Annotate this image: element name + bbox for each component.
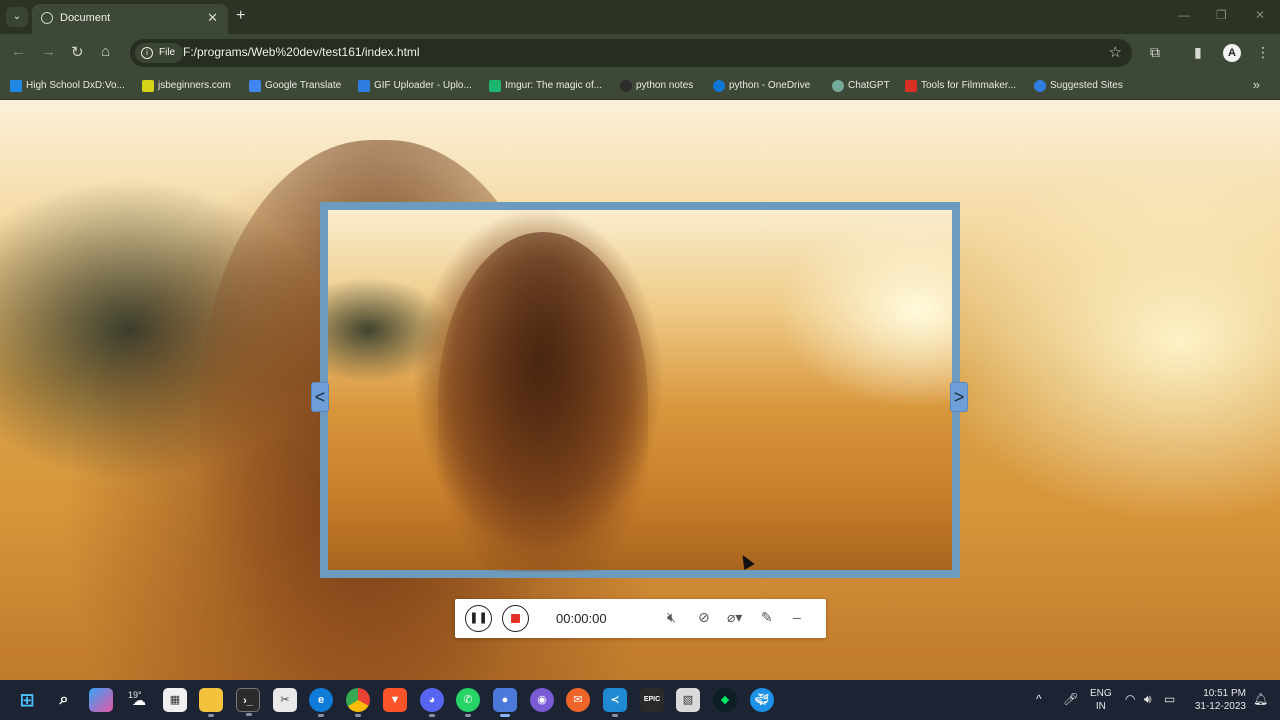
minimize-recorder-button[interactable]: – [793, 609, 801, 625]
globe-icon [41, 12, 53, 24]
url-text: F:/programs/Web%20dev/test161/index.html [183, 45, 420, 59]
pen-annotate-icon[interactable]: ✎ [761, 609, 773, 626]
speaker-muted-icon[interactable]: 🔇︎ [667, 609, 676, 626]
search-icon[interactable]: ⌕ [52, 688, 76, 712]
stop-icon [511, 614, 520, 623]
bookmarks-bar: High School DxD:Vo... jsbeginners.com Go… [0, 72, 1280, 100]
search-icon [1034, 80, 1046, 92]
input-language[interactable]: ENG IN [1090, 687, 1112, 713]
wifi-icon[interactable]: ◠ [1125, 692, 1135, 706]
bookmark-item[interactable]: Google Translate [249, 78, 341, 94]
bookmark-favicon-icon [489, 80, 501, 92]
bookmark-star-icon[interactable]: ☆ [1109, 43, 1122, 61]
new-tab-button[interactable]: + [236, 7, 245, 25]
snipping-tool-icon[interactable]: ✂ [273, 688, 297, 712]
slide-image [328, 210, 952, 572]
bookmark-item[interactable]: High School DxD:Vo... [10, 78, 125, 94]
volume-icon[interactable]: 🔊︎ [1144, 692, 1152, 707]
tab-title: Document [60, 12, 111, 24]
site-info-label: File [159, 47, 176, 58]
battery-icon[interactable]: ▭ [1164, 692, 1175, 706]
bookmark-item[interactable]: python - OneDrive [713, 78, 810, 94]
github-desktop-icon[interactable]: ◉ [530, 688, 554, 712]
back-arrow-icon[interactable]: ← [11, 43, 26, 60]
bookmark-item[interactable]: jsbeginners.com [142, 78, 231, 94]
slide-figure [438, 232, 648, 572]
notification-bell-icon[interactable]: 🔔︎ [1253, 692, 1268, 706]
microphone-icon[interactable]: 🎤︎ [1063, 692, 1078, 706]
copilot-icon[interactable] [89, 688, 113, 712]
discord-icon[interactable]: ◕ [420, 688, 444, 717]
weather-temperature: 19° [128, 690, 142, 700]
image-slider [320, 202, 960, 578]
brave-icon[interactable]: ▼ [383, 688, 407, 712]
bookmark-item[interactable]: Imgur: The magic of... [489, 78, 602, 94]
recorder-app-icon[interactable]: ● [493, 688, 517, 717]
close-window-icon[interactable]: ✕ [1255, 8, 1265, 22]
chevron-right-icon[interactable]: » [1253, 77, 1260, 92]
terminal-icon[interactable]: ›_ [236, 688, 260, 716]
slider-prev-button[interactable]: < [311, 382, 329, 412]
system-clock[interactable]: 10:51 PM 31-12-2023 [1186, 687, 1246, 713]
bookmark-favicon-icon [142, 80, 154, 92]
page-viewport: < > ❚❚ 00:00:00 🔇︎ ⊘ ⌀▾ ✎ – [0, 100, 1280, 680]
photos-icon[interactable]: ▧ [676, 688, 700, 712]
chatgpt-icon [832, 80, 844, 92]
slider-next-button[interactable]: > [950, 382, 968, 412]
info-icon: i [141, 47, 153, 59]
bookmark-favicon-icon [249, 80, 261, 92]
windows-start-icon[interactable]: ⊞ [15, 688, 39, 712]
maximize-window-icon[interactable]: ❐ [1216, 8, 1227, 22]
extensions-icon[interactable]: ⧉ [1150, 44, 1160, 61]
tab-strip: ⌄ Document ✕ + — ❐ ✕ [0, 0, 1280, 34]
file-explorer-icon[interactable] [199, 688, 223, 717]
recording-timer: 00:00:00 [556, 611, 607, 626]
github-icon [620, 80, 632, 92]
epic-games-icon[interactable]: EPIC [640, 688, 664, 712]
bookmark-favicon-icon [358, 80, 370, 92]
home-icon[interactable]: ⌂ [101, 43, 110, 60]
minimize-window-icon[interactable]: — [1178, 8, 1190, 22]
vscode-icon[interactable]: ≺ [603, 688, 627, 717]
forward-arrow-icon[interactable]: → [41, 43, 56, 60]
screen-recorder-bar: ❚❚ 00:00:00 🔇︎ ⊘ ⌀▾ ✎ – [455, 599, 826, 638]
edge-icon[interactable]: e [309, 688, 333, 717]
bookmark-item[interactable]: ChatGPT [832, 78, 890, 94]
tab-document[interactable]: Document ✕ [32, 4, 228, 34]
onedrive-icon [713, 80, 725, 92]
bookmark-favicon-icon [905, 80, 917, 92]
chevron-up-icon[interactable]: ^ [1036, 692, 1042, 706]
bookmark-item[interactable]: Suggested Sites [1034, 78, 1123, 94]
pause-recording-button[interactable]: ❚❚ [465, 605, 492, 632]
kebab-menu-icon[interactable]: ⋮ [1256, 44, 1270, 61]
camera-off-dropdown-icon[interactable]: ⌀▾ [727, 609, 742, 626]
docker-icon[interactable]: 🐳︎ [750, 688, 774, 712]
whatsapp-icon[interactable]: ✆ [456, 688, 480, 717]
microphone-off-icon[interactable]: ⊘ [698, 609, 710, 626]
stop-recording-button[interactable] [502, 605, 529, 632]
bookmark-item[interactable]: GIF Uploader - Uplo... [358, 78, 472, 94]
profile-avatar[interactable]: A [1223, 44, 1241, 62]
tab-search-button[interactable]: ⌄ [6, 7, 28, 27]
browser-toolbar: ← → ↻ ⌂ i File F:/programs/Web%20dev/tes… [0, 34, 1280, 72]
bookmark-item[interactable]: Tools for Filmmaker... [905, 78, 1016, 94]
bookmark-item[interactable]: python notes [620, 78, 693, 94]
postman-icon[interactable]: ✉ [566, 688, 590, 712]
mongodb-compass-icon[interactable]: ◆ [713, 688, 737, 712]
bookmark-favicon-icon [10, 80, 22, 92]
site-info-chip[interactable]: i File [135, 43, 184, 63]
store-icon[interactable]: ▦ [163, 688, 187, 712]
reload-icon[interactable]: ↻ [71, 43, 84, 61]
side-panel-icon[interactable]: ▮ [1194, 44, 1202, 61]
tab-close-button[interactable]: ✕ [207, 10, 218, 26]
windows-taskbar: ⊞ ⌕ ☁ 19° ▦ ›_ ✂ e ▼ ◕ ✆ ● ◉ ✉ ≺ EPIC ▧ … [0, 680, 1280, 720]
address-bar[interactable]: i File F:/programs/Web%20dev/test161/ind… [130, 39, 1132, 67]
chrome-icon[interactable] [346, 688, 370, 717]
